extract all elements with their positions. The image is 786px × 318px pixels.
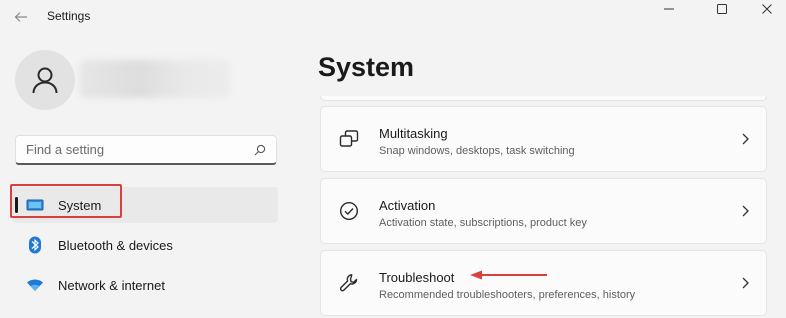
page-title: System — [318, 52, 415, 82]
card-multitasking[interactable]: Multitasking Snap windows, desktops, tas… — [320, 106, 767, 172]
card-subtitle: Snap windows, desktops, task switching — [379, 145, 575, 157]
back-button[interactable] — [8, 6, 34, 28]
partial-nav-icon — [26, 311, 36, 318]
maximize-button[interactable] — [700, 0, 744, 18]
card-troubleshoot[interactable]: Troubleshoot Recommended troubleshooters… — [320, 250, 767, 316]
search-input[interactable] — [26, 142, 252, 157]
bluetooth-icon — [26, 236, 44, 254]
user-icon — [32, 67, 58, 94]
wrench-icon — [339, 273, 359, 293]
activation-check-icon — [339, 201, 359, 221]
close-button[interactable] — [745, 0, 786, 18]
sidebar-item-system[interactable]: System — [12, 187, 278, 223]
previous-card-edge — [320, 96, 767, 101]
close-icon — [762, 4, 772, 14]
chevron-right-icon — [740, 276, 750, 290]
sidebar-item-network[interactable]: Network & internet — [12, 267, 278, 303]
multitasking-icon — [339, 129, 359, 149]
card-subtitle: Recommended troubleshooters, preferences… — [379, 289, 636, 301]
wifi-icon — [26, 276, 44, 294]
sidebar-item-bluetooth[interactable]: Bluetooth & devices — [12, 227, 278, 263]
search-box[interactable] — [15, 135, 277, 165]
search-icon[interactable] — [252, 142, 268, 158]
red-arrow-annotation — [470, 270, 547, 280]
maximize-icon — [717, 4, 727, 14]
card-title: Activation — [379, 198, 436, 213]
arrow-left-icon — [14, 12, 27, 22]
blurred-user-name — [80, 60, 230, 98]
app-title: Settings — [47, 9, 91, 23]
avatar[interactable] — [15, 50, 75, 110]
minimize-icon — [664, 8, 674, 10]
sidebar-item-label: Bluetooth & devices — [58, 237, 173, 253]
chevron-right-icon — [740, 132, 750, 146]
selection-indicator — [15, 197, 18, 213]
sidebar-item-label: System — [58, 197, 102, 213]
card-title: Troubleshoot — [379, 270, 455, 285]
title-bar: Settings — [0, 0, 786, 34]
minimize-button[interactable] — [647, 0, 691, 18]
monitor-icon — [26, 196, 44, 214]
card-subtitle: Activation state, subscriptions, product… — [379, 217, 587, 229]
sidebar-item-label: Network & internet — [58, 277, 165, 293]
card-title: Multitasking — [379, 126, 448, 141]
card-activation[interactable]: Activation Activation state, subscriptio… — [320, 178, 767, 244]
chevron-right-icon — [740, 204, 750, 218]
